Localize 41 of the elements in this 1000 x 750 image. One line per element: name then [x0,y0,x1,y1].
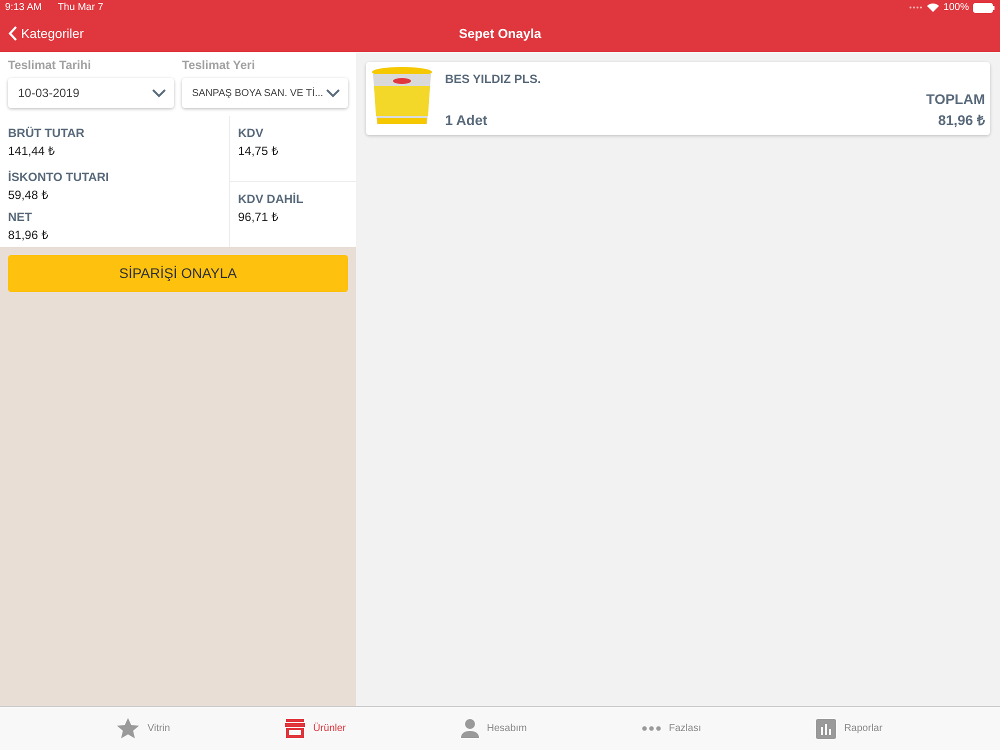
tab-bar-item[interactable]: Raporlar [810,707,888,750]
tab-bar-item[interactable]: Fazlası [636,707,708,750]
total-label: BRÜT TUTAR [8,125,86,142]
product-name: BES YILDIZ PLS. [445,71,542,88]
location-dropdown[interactable]: SANPAŞ BOYA SAN. VE Tİ... [182,78,348,108]
status-date: Thu Mar 7 [58,1,104,15]
tab-bar-item[interactable]: Vitrin [111,707,176,750]
total-label: İSKONTO TUTARI [8,169,110,186]
total-value: 59,48 ₺ [8,187,50,204]
total-label: KDV DAHİL [238,191,304,208]
tab-bar-item[interactable]: Hesabım [454,707,533,750]
store-icon [285,719,306,738]
chevron-down-icon [152,88,166,98]
status-time: 9:13 AM [5,1,42,15]
bar-chart-icon [816,718,836,738]
date-dropdown[interactable]: 10-03-2019 [8,78,174,108]
field-label: Teslimat Tarihi [8,57,92,74]
wifi-icon [927,3,940,12]
total-value: 96,71 ₺ [238,209,280,226]
confirm-order-button[interactable]: SİPARİŞİ ONAYLA [8,255,348,292]
total-label: TOPLAM [926,90,985,109]
total-value: 81,96 ₺ [8,227,50,244]
chevron-down-icon [326,88,340,98]
chevron-left-icon [8,26,17,41]
page-title: Sepet Onayla [458,24,542,43]
person-icon [460,719,479,738]
total-label: NET [8,209,33,226]
total-label: KDV [238,125,264,142]
total-value: 141,44 ₺ [8,143,56,160]
back-button[interactable]: Kategoriler [8,24,84,44]
star-icon [117,718,140,739]
battery-percent: 100% [943,1,969,15]
cart-item-card[interactable]: BES YILDIZ PLS. 1 Adet TOPLAM 81,96 ₺ [366,62,990,135]
total-value: 14,75 ₺ [238,143,280,160]
more-icon [642,726,661,731]
quantity: 1 Adet [445,111,488,130]
field-label: Teslimat Yeri [182,57,256,74]
tab-bar-item[interactable]: Ürünler [279,707,352,750]
total-price: 81,96 ₺ [937,111,985,130]
signal-icon [909,6,924,9]
battery-icon [973,2,995,12]
